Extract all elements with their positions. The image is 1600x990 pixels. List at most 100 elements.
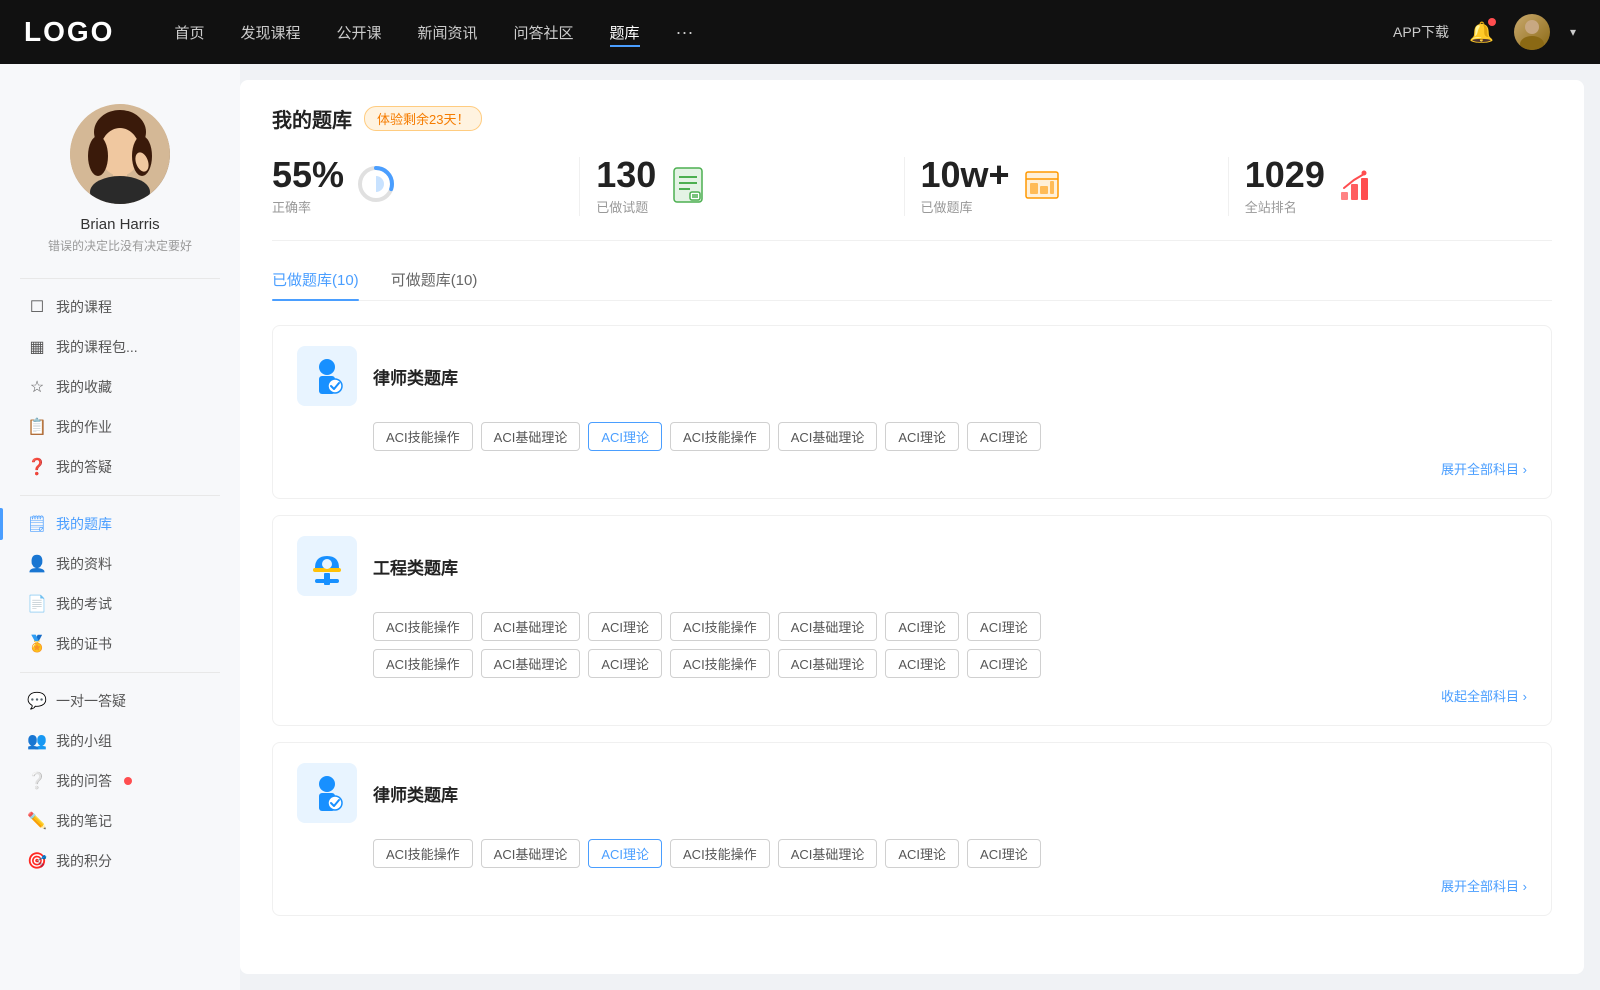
avatar[interactable] (1514, 14, 1550, 50)
bank-collapse-button[interactable]: 收起全部科目 › (297, 686, 1527, 705)
rank-stat-icon (1337, 164, 1377, 209)
profile-icon: 👤 (28, 555, 46, 573)
bank-tag[interactable]: ACI技能操作 (373, 649, 473, 678)
bank-tags-row-1: ACI技能操作 ACI基础理论 ACI理论 ACI技能操作 ACI基础理论 AC… (297, 612, 1527, 641)
bank-tag[interactable]: ACI基础理论 (778, 422, 878, 451)
bank-tag[interactable]: ACI基础理论 (481, 422, 581, 451)
bank-expand-button[interactable]: 展开全部科目 › (297, 459, 1527, 478)
bank-tag[interactable]: ACI技能操作 (373, 422, 473, 451)
bank-tag[interactable]: ACI理论 (967, 612, 1041, 641)
bank-tag[interactable]: ACI技能操作 (670, 422, 770, 451)
one-on-one-icon: 💬 (28, 692, 46, 710)
app-download-button[interactable]: APP下载 (1393, 22, 1449, 42)
bank-tag[interactable]: ACI基础理论 (778, 649, 878, 678)
bank-tag[interactable]: ACI基础理论 (481, 649, 581, 678)
nav-home[interactable]: 首页 (174, 18, 204, 47)
tab-done-banks[interactable]: 已做题库(10) (272, 269, 359, 300)
stat-accuracy-value: 55% (272, 157, 344, 193)
nav-open-course[interactable]: 公开课 (336, 18, 381, 47)
bank-tag-active[interactable]: ACI理论 (588, 839, 662, 868)
bank-tag[interactable]: ACI技能操作 (670, 649, 770, 678)
sidebar-item-label: 我的课程包... (56, 337, 138, 357)
stat-done-value: 130 (596, 157, 656, 193)
sidebar-item-quiz-bank[interactable]: 🗒 我的题库 (0, 504, 240, 544)
bank-icon-wrapper (297, 536, 357, 596)
bank-tag[interactable]: ACI理论 (885, 422, 959, 451)
bank-stat-icon (1022, 164, 1062, 209)
bank-icon-wrapper (297, 346, 357, 406)
bank-tag[interactable]: ACI技能操作 (670, 839, 770, 868)
accuracy-pie-icon (356, 164, 396, 209)
sidebar-divider-3 (20, 672, 220, 673)
sidebar-item-exam[interactable]: 📄 我的考试 (0, 584, 240, 624)
sidebar-item-certificate[interactable]: 🏅 我的证书 (0, 624, 240, 664)
bank-tag[interactable]: ACI基础理论 (481, 612, 581, 641)
star-icon: ☆ (28, 378, 46, 396)
bank-title: 工程类题库 (373, 554, 458, 579)
sidebar-item-notes[interactable]: ✏️ 我的笔记 (0, 801, 240, 841)
sidebar-item-label: 我的考试 (56, 594, 112, 614)
profile-avatar-image (70, 104, 170, 204)
my-questions-icon: ❔ (28, 772, 46, 790)
sidebar-item-one-on-one[interactable]: 💬 一对一答疑 (0, 681, 240, 721)
bank-tag[interactable]: ACI理论 (885, 649, 959, 678)
bank-tag[interactable]: ACI基础理论 (778, 839, 878, 868)
question-notification-dot (124, 777, 132, 785)
sidebar-username: Brian Harris (80, 216, 159, 233)
nav-discover[interactable]: 发现课程 (240, 18, 300, 47)
stat-rank-value: 1029 (1245, 157, 1325, 193)
bank-tag-active[interactable]: ACI理论 (588, 422, 662, 451)
stat-banks-label: 已做题库 (921, 197, 1010, 216)
tab-available-banks[interactable]: 可做题库(10) (391, 269, 478, 300)
quiz-bank-icon: 🗒 (28, 515, 46, 533)
bank-tag[interactable]: ACI技能操作 (373, 612, 473, 641)
avatar-chevron-down-icon[interactable]: ▾ (1570, 25, 1576, 39)
stat-done-questions: 130 已做试题 (580, 157, 904, 216)
sidebar-item-course-package[interactable]: ▦ 我的课程包... (0, 327, 240, 367)
stat-banks-value: 10w+ (921, 157, 1010, 193)
nav-more[interactable]: ··· (676, 22, 694, 43)
bank-expand-button-2[interactable]: 展开全部科目 › (297, 876, 1527, 895)
logo: LOGO (24, 16, 114, 48)
sidebar-item-homework[interactable]: 📋 我的作业 (0, 407, 240, 447)
bank-tag[interactable]: ACI理论 (885, 839, 959, 868)
stat-accuracy-label: 正确率 (272, 197, 344, 216)
bank-tag[interactable]: ACI技能操作 (373, 839, 473, 868)
bank-tag[interactable]: ACI理论 (967, 649, 1041, 678)
group-icon: 👥 (28, 732, 46, 750)
nav-news[interactable]: 新闻资讯 (418, 18, 478, 47)
bank-tag[interactable]: ACI理论 (588, 649, 662, 678)
sidebar-item-qa[interactable]: ❓ 我的答疑 (0, 447, 240, 487)
bank-card-header: 律师类题库 (297, 346, 1527, 406)
sidebar-item-favorites[interactable]: ☆ 我的收藏 (0, 367, 240, 407)
notes-stat-icon (668, 164, 708, 209)
bank-card-lawyer-1: 律师类题库 ACI技能操作 ACI基础理论 ACI理论 ACI技能操作 ACI基… (272, 325, 1552, 499)
bank-tag[interactable]: ACI理论 (967, 422, 1041, 451)
bank-tag[interactable]: ACI理论 (967, 839, 1041, 868)
stat-rank: 1029 全站排名 (1229, 157, 1552, 216)
nav-qa[interactable]: 问答社区 (514, 18, 574, 47)
sidebar-item-label: 我的问答 (56, 771, 112, 791)
bank-tag[interactable]: ACI理论 (588, 612, 662, 641)
sidebar-item-my-questions[interactable]: ❔ 我的问答 (0, 761, 240, 801)
nav-quiz[interactable]: 题库 (610, 18, 640, 47)
sidebar-item-profile[interactable]: 👤 我的资料 (0, 544, 240, 584)
bank-tag[interactable]: ACI技能操作 (670, 612, 770, 641)
sidebar-item-my-course[interactable]: ☐ 我的课程 (0, 287, 240, 327)
sidebar-item-points[interactable]: 🎯 我的积分 (0, 841, 240, 881)
lawyer-icon (305, 354, 349, 398)
bank-card-header: 律师类题库 (297, 763, 1527, 823)
stat-rank-label: 全站排名 (1245, 197, 1325, 216)
lawyer-icon-2 (305, 771, 349, 815)
sidebar-item-group[interactable]: 👥 我的小组 (0, 721, 240, 761)
sidebar-motto: 错误的决定比没有决定要好 (48, 237, 192, 254)
stat-rank-group: 1029 全站排名 (1245, 157, 1325, 216)
page-title: 我的题库 (272, 104, 352, 133)
bank-tags-row-2: ACI技能操作 ACI基础理论 ACI理论 ACI技能操作 ACI基础理论 AC… (297, 649, 1527, 678)
notification-bell[interactable]: 🔔 (1469, 20, 1494, 45)
bank-tag[interactable]: ACI理论 (885, 612, 959, 641)
nav-links: 首页 发现课程 公开课 新闻资讯 问答社区 题库 ··· (174, 18, 1393, 47)
bank-tag[interactable]: ACI基础理论 (778, 612, 878, 641)
bank-tag[interactable]: ACI基础理论 (481, 839, 581, 868)
bank-card-header: 工程类题库 (297, 536, 1527, 596)
